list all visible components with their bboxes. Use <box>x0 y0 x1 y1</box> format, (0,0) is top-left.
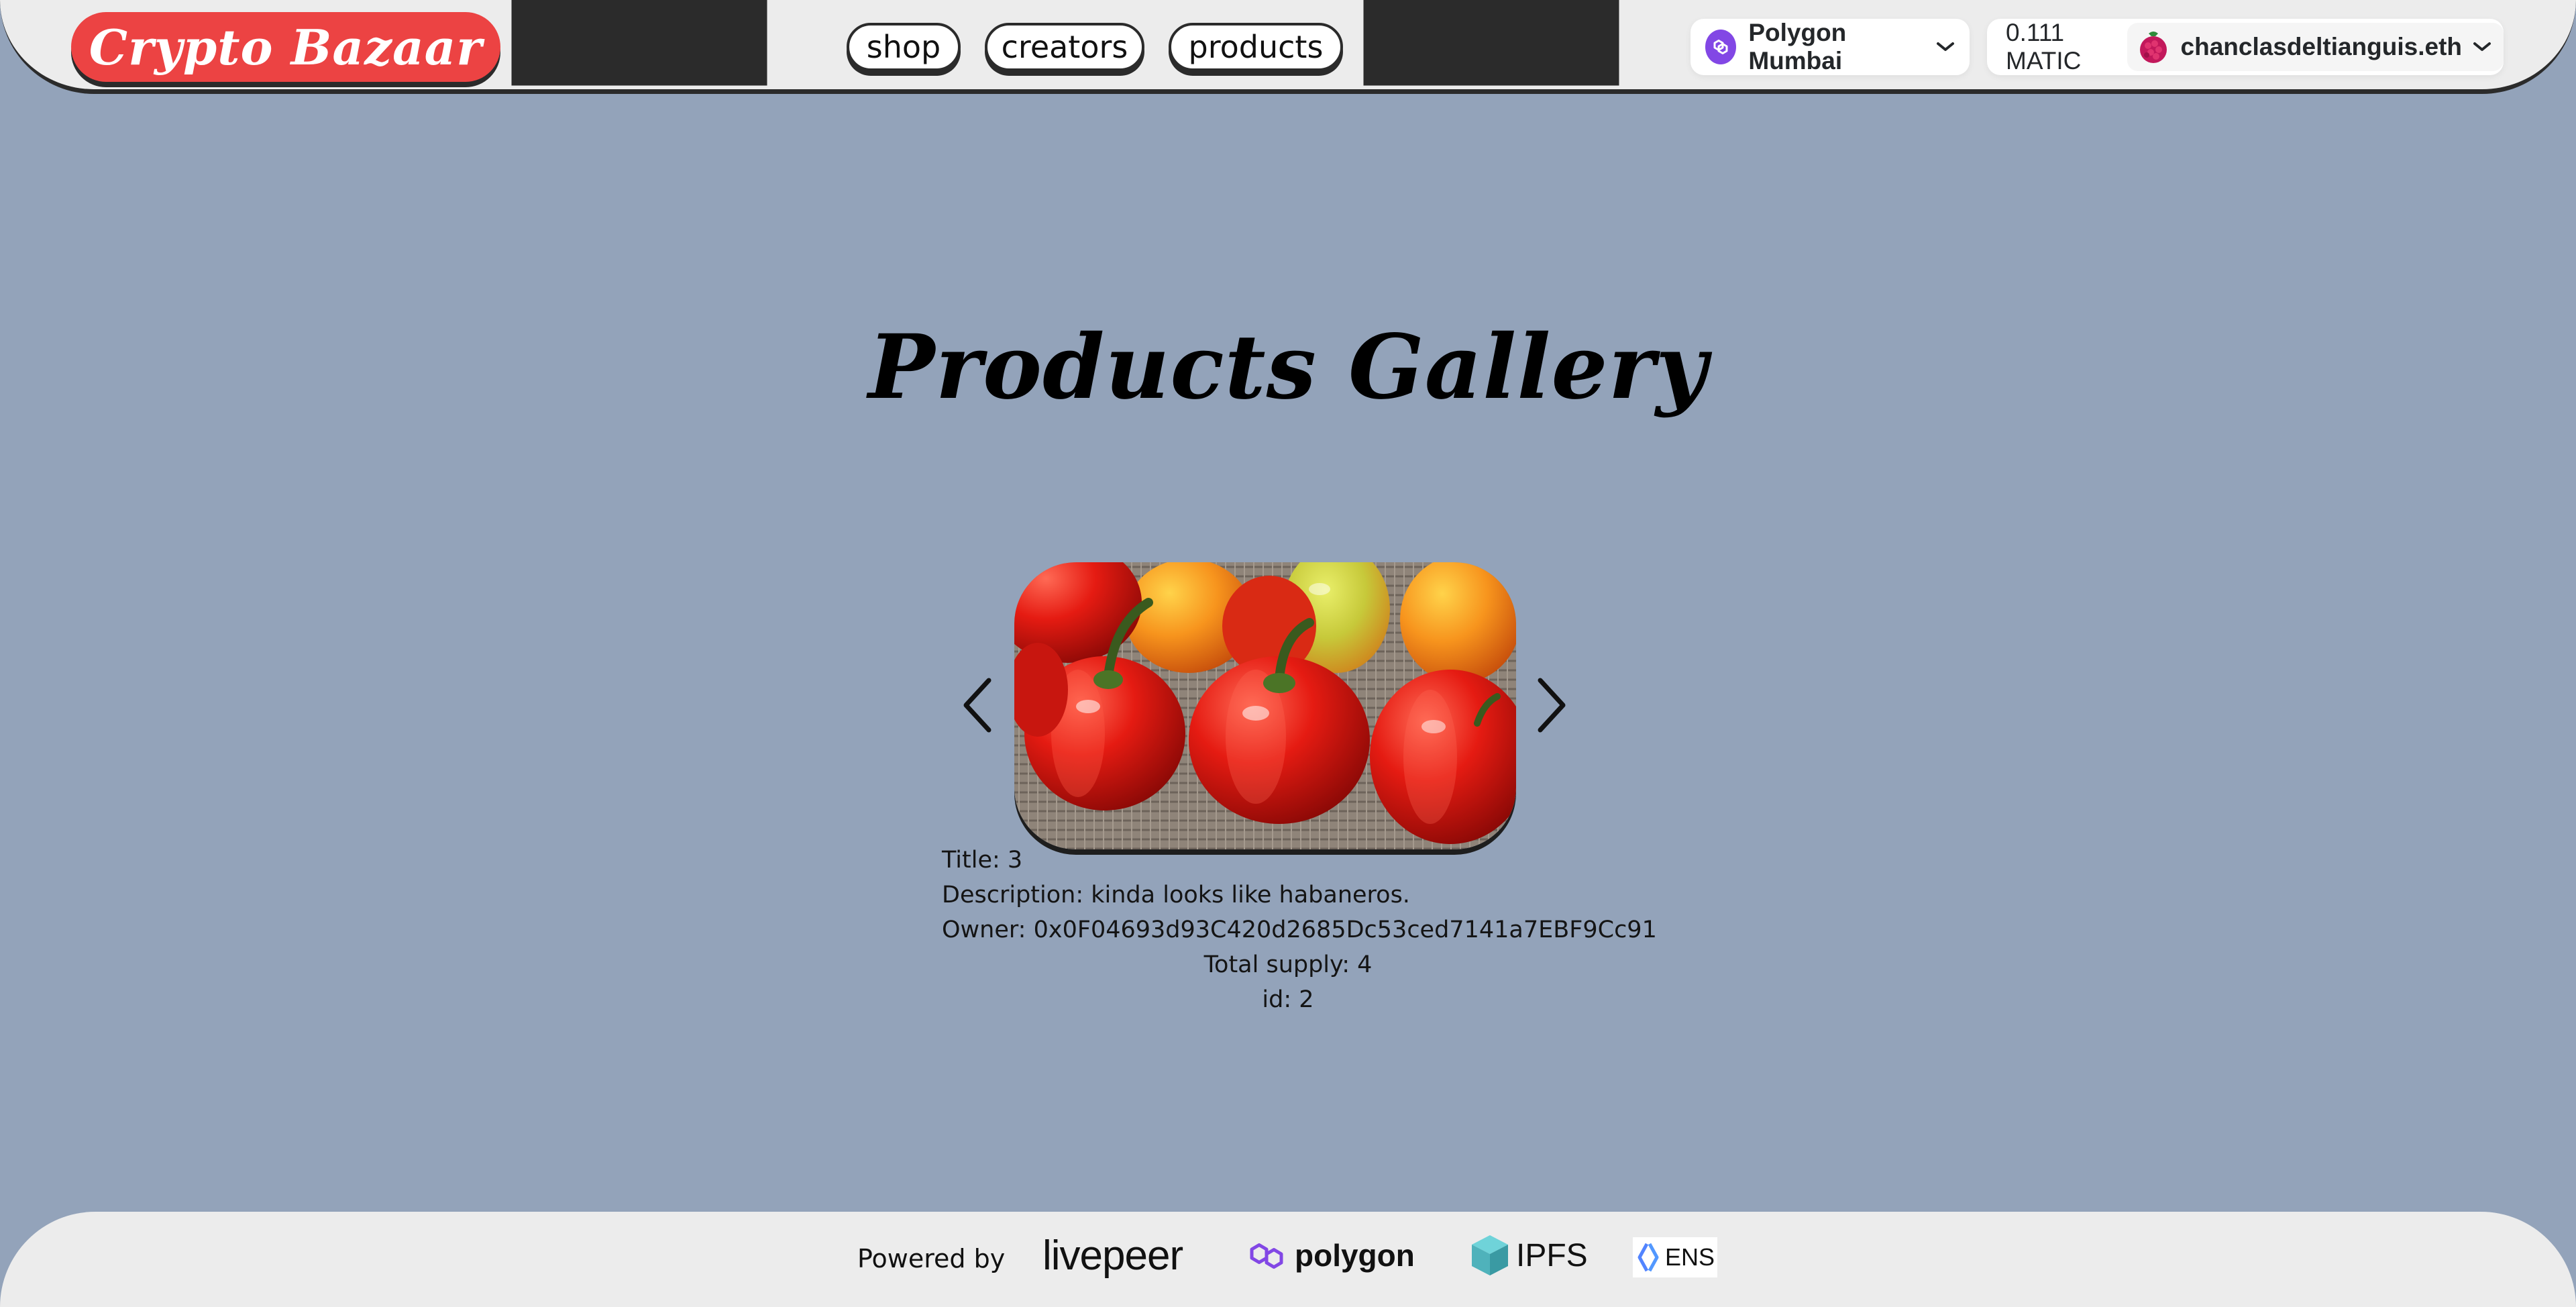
ipfs-label: IPFS <box>1516 1237 1588 1273</box>
product-title: Title: 3 <box>942 847 1023 874</box>
livepeer-label: livepeer <box>1042 1232 1183 1279</box>
site-logo[interactable]: Crypto Bazaar <box>71 12 500 82</box>
ens-logo[interactable]: ENS <box>1633 1237 1718 1277</box>
nav-shop-button[interactable]: shop <box>847 23 961 71</box>
nav-creators-button[interactable]: creators <box>985 23 1144 71</box>
ipfs-cube-icon <box>1469 1233 1511 1278</box>
ipfs-logo[interactable]: IPFS <box>1469 1232 1588 1279</box>
product-id: id: 2 <box>1262 986 1314 1013</box>
header: Crypto Bazaar shop creators products Pol… <box>0 0 2576 94</box>
polygon-label: polygon <box>1295 1238 1415 1273</box>
ens-diamond-icon <box>1635 1241 1661 1273</box>
balance-label: 0.111 MATIC <box>2006 19 2082 74</box>
product-owner: Owner: 0x0F04693d93C420d2685Dc53ced7141a… <box>942 917 1657 943</box>
page-title: Products Gallery <box>868 315 1708 419</box>
chevron-left-icon[interactable] <box>958 675 998 735</box>
polygon-icon <box>1705 30 1737 64</box>
nav-products-button[interactable]: products <box>1169 23 1343 71</box>
account-button[interactable]: chanclasdeltianguis.eth <box>2127 23 2504 71</box>
polygon-icon <box>1248 1238 1288 1273</box>
polygon-logo[interactable]: polygon <box>1248 1232 1415 1279</box>
chevron-down-icon <box>1936 41 1955 53</box>
chevron-down-icon <box>2473 41 2491 53</box>
product-total-supply: Total supply: 4 <box>1203 951 1373 978</box>
footer: Powered by livepeer polygon IPFS ENS <box>0 1212 2576 1307</box>
network-label: Polygon Mumbai <box>1748 19 1847 74</box>
product-details: Title: 3 Description: kinda looks like h… <box>942 843 1657 1017</box>
product-description: Description: kinda looks like habaneros. <box>942 882 1410 908</box>
account-name: chanclasdeltianguis.eth <box>2180 33 2462 60</box>
livepeer-logo[interactable]: livepeer <box>1042 1232 1183 1279</box>
account-widget[interactable]: 0.111 MATIC chanclasdeltianguis.eth <box>1987 19 2504 75</box>
network-selector[interactable]: Polygon Mumbai <box>1690 19 1970 75</box>
product-image <box>1014 562 1516 849</box>
raspberry-avatar-icon <box>2135 29 2171 65</box>
chevron-right-icon[interactable] <box>1531 675 1571 735</box>
powered-by-label: Powered by <box>857 1244 1006 1273</box>
ens-label: ENS <box>1665 1243 1715 1271</box>
